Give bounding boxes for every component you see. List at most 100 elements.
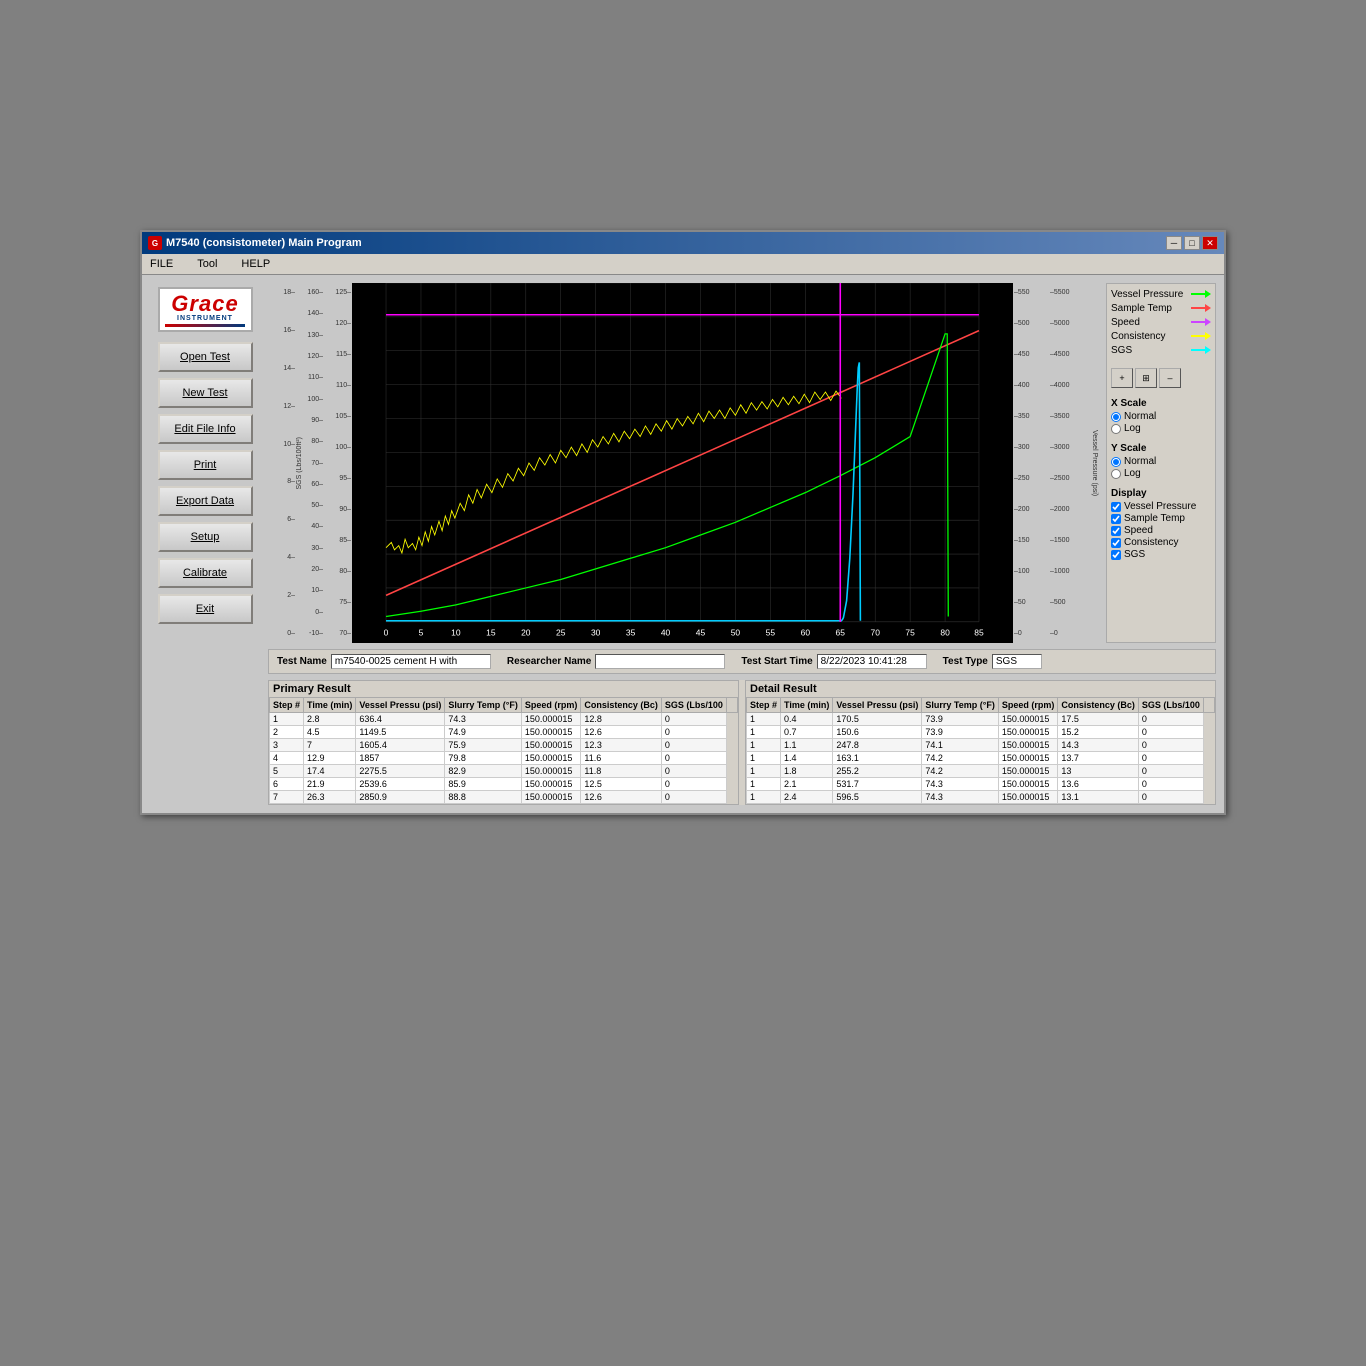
display-sample-temp-row: Sample Temp bbox=[1111, 513, 1211, 524]
start-time-label: Test Start Time bbox=[741, 656, 812, 667]
vessel-pressure-label: Vessel Pressure bbox=[1111, 289, 1183, 300]
display-speed-label: Speed bbox=[1124, 525, 1153, 536]
primary-result-table: Step # Time (min) Vessel Pressu (psi) Sl… bbox=[269, 697, 738, 804]
sgs-icon bbox=[1191, 344, 1211, 356]
y-scale-log-radio[interactable] bbox=[1111, 469, 1121, 479]
primary-col-speed: Speed (rpm) bbox=[521, 698, 581, 713]
title-bar-left: G M7540 (consistometer) Main Program bbox=[148, 236, 362, 250]
table-row: 371605.475.9150.00001512.30 bbox=[270, 739, 738, 752]
table-row: 12.1531.774.3150.00001513.60 bbox=[747, 778, 1215, 791]
test-name-input[interactable] bbox=[331, 654, 491, 669]
display-vessel-pressure-check[interactable] bbox=[1111, 502, 1121, 512]
researcher-input[interactable] bbox=[595, 654, 725, 669]
sample-temp-label: Sample Temp bbox=[1111, 303, 1172, 314]
x-scale-section: X Scale Normal Log bbox=[1111, 398, 1211, 435]
setup-button[interactable]: Setup bbox=[158, 522, 253, 552]
svg-text:0: 0 bbox=[384, 628, 389, 638]
zoom-reset-button[interactable]: ⊞ bbox=[1135, 368, 1157, 388]
detail-result-title: Detail Result bbox=[746, 681, 1215, 697]
legend-section: Vessel Pressure Sample Temp Speed C bbox=[1111, 288, 1211, 358]
zoom-out-button[interactable]: – bbox=[1159, 368, 1181, 388]
detail-col-step: Step # bbox=[747, 698, 781, 713]
new-test-button[interactable]: New Test bbox=[158, 378, 253, 408]
table-row: 726.32850.988.8150.00001512.60 bbox=[270, 791, 738, 804]
detail-result-panel: Detail Result Step # Time (min) Vessel P… bbox=[745, 680, 1216, 805]
table-row: 11.8255.274.2150.000015130 bbox=[747, 765, 1215, 778]
primary-col-time: Time (min) bbox=[304, 698, 356, 713]
display-speed-check[interactable] bbox=[1111, 526, 1121, 536]
display-sgs-check[interactable] bbox=[1111, 550, 1121, 560]
test-name-label: Test Name bbox=[277, 656, 327, 667]
close-button[interactable]: ✕ bbox=[1202, 236, 1218, 250]
table-row: 621.92539.685.9150.00001512.50 bbox=[270, 778, 738, 791]
researcher-field: Researcher Name bbox=[507, 654, 726, 669]
y-scale-normal-row: Normal bbox=[1111, 456, 1211, 467]
sample-temp-icon bbox=[1191, 302, 1211, 314]
display-consistency-label: Consistency bbox=[1124, 537, 1178, 548]
menu-tool[interactable]: Tool bbox=[193, 256, 221, 272]
chart-toolbar: + ⊞ – bbox=[1111, 368, 1211, 388]
y-scale-title: Y Scale bbox=[1111, 443, 1211, 454]
x-scale-normal-row: Normal bbox=[1111, 411, 1211, 422]
open-test-button[interactable]: Open Test bbox=[158, 342, 253, 372]
calibrate-button[interactable]: Calibrate bbox=[158, 558, 253, 588]
sidebar: Grace INSTRUMENT Open Test New Test Edit… bbox=[150, 283, 260, 805]
table-row: 10.4170.573.9150.00001517.50 bbox=[747, 713, 1215, 726]
table-row: 24.51149.574.9150.00001512.60 bbox=[270, 726, 738, 739]
minimize-button[interactable]: ─ bbox=[1166, 236, 1182, 250]
start-time-input[interactable] bbox=[817, 654, 927, 669]
display-sample-temp-check[interactable] bbox=[1111, 514, 1121, 524]
y-scale-normal-radio[interactable] bbox=[1111, 457, 1121, 467]
svg-text:5: 5 bbox=[419, 628, 424, 638]
display-consistency-check[interactable] bbox=[1111, 538, 1121, 548]
detail-col-temp: Slurry Temp (°F) bbox=[922, 698, 998, 713]
display-sgs-label: SGS bbox=[1124, 549, 1145, 560]
menu-bar: FILE Tool HELP bbox=[142, 254, 1224, 275]
speed-label: Speed bbox=[1111, 317, 1140, 328]
display-sgs-row: SGS bbox=[1111, 549, 1211, 560]
exit-button[interactable]: Exit bbox=[158, 594, 253, 624]
svg-text:10: 10 bbox=[451, 628, 461, 638]
svg-text:80: 80 bbox=[940, 628, 950, 638]
sgs-label: SGS bbox=[1111, 345, 1132, 356]
legend-speed: Speed bbox=[1111, 316, 1211, 328]
display-consistency-row: Consistency bbox=[1111, 537, 1211, 548]
test-type-input[interactable] bbox=[992, 654, 1042, 669]
legend-sample-temp: Sample Temp bbox=[1111, 302, 1211, 314]
export-data-button[interactable]: Export Data bbox=[158, 486, 253, 516]
legend-vessel-pressure: Vessel Pressure bbox=[1111, 288, 1211, 300]
display-section: Display Vessel Pressure Sample Temp Spee… bbox=[1111, 488, 1211, 561]
instrument-text: INSTRUMENT bbox=[177, 315, 233, 322]
edit-file-info-button[interactable]: Edit File Info bbox=[158, 414, 253, 444]
primary-col-scroll bbox=[726, 698, 737, 713]
table-row: 12.4596.574.3150.00001513.10 bbox=[747, 791, 1215, 804]
detail-col-scroll bbox=[1203, 698, 1214, 713]
window-title: M7540 (consistometer) Main Program bbox=[166, 237, 362, 249]
y-scale-log-label: Log bbox=[1124, 468, 1141, 479]
logo-underline bbox=[165, 324, 245, 327]
table-row: 517.42275.582.9150.00001511.80 bbox=[270, 765, 738, 778]
svg-text:15: 15 bbox=[486, 628, 496, 638]
detail-col-pressure: Vessel Pressu (psi) bbox=[833, 698, 922, 713]
chart-svg: 0 5 10 15 20 25 30 35 40 45 bbox=[352, 283, 1013, 643]
svg-text:70: 70 bbox=[870, 628, 880, 638]
x-scale-normal-radio[interactable] bbox=[1111, 412, 1121, 422]
menu-file[interactable]: FILE bbox=[146, 256, 177, 272]
maximize-button[interactable]: □ bbox=[1184, 236, 1200, 250]
print-button[interactable]: Print bbox=[158, 450, 253, 480]
svg-text:35: 35 bbox=[626, 628, 636, 638]
test-type-field: Test Type bbox=[943, 654, 1042, 669]
x-scale-log-radio[interactable] bbox=[1111, 424, 1121, 434]
title-bar-buttons[interactable]: ─ □ ✕ bbox=[1166, 236, 1218, 250]
zoom-in-button[interactable]: + bbox=[1111, 368, 1133, 388]
menu-help[interactable]: HELP bbox=[237, 256, 274, 272]
svg-text:45: 45 bbox=[696, 628, 706, 638]
y-scale-normal-label: Normal bbox=[1124, 456, 1156, 467]
test-name-field: Test Name bbox=[277, 654, 491, 669]
detail-result-table: Step # Time (min) Vessel Pressu (psi) Sl… bbox=[746, 697, 1215, 804]
chart-panel: 18–16–14–12–10–8–6–4–2–0– 160–140–130–12… bbox=[268, 283, 1216, 805]
main-window: G M7540 (consistometer) Main Program ─ □… bbox=[140, 230, 1226, 815]
start-time-field: Test Start Time bbox=[741, 654, 926, 669]
y-scale-log-row: Log bbox=[1111, 468, 1211, 479]
app-icon: G bbox=[148, 236, 162, 250]
